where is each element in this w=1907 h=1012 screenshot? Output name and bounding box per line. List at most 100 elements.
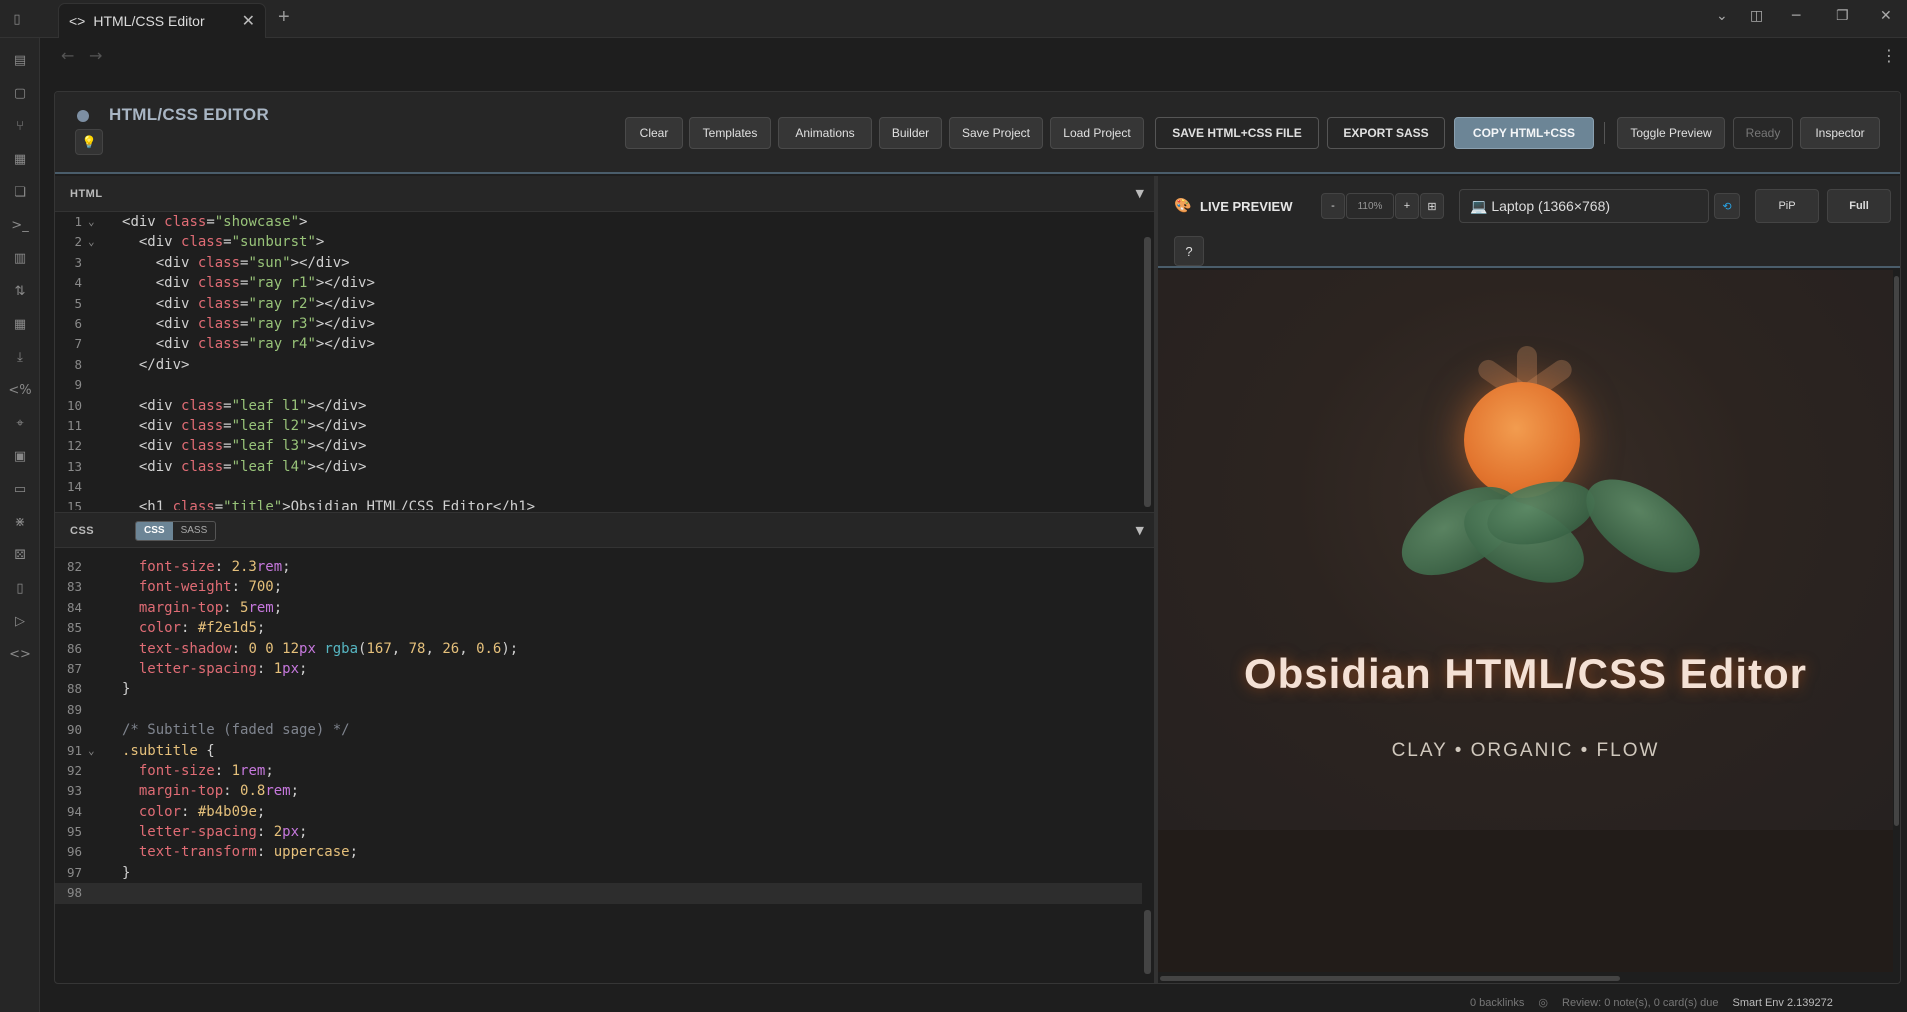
save-file-button[interactable]: SAVE HTML+CSS FILE bbox=[1155, 117, 1319, 149]
collapse-caret-icon[interactable]: ▼ bbox=[1136, 187, 1144, 200]
code-line[interactable]: 87 letter-spacing: 1px; bbox=[55, 659, 1142, 679]
copy-html-css-button[interactable]: COPY HTML+CSS bbox=[1454, 117, 1594, 149]
code-line[interactable]: 85 color: #f2e1d5; bbox=[55, 618, 1142, 638]
code-line[interactable]: 11 <div class="leaf l2"></div> bbox=[55, 416, 1142, 436]
map-pin-icon[interactable]: ⌖ bbox=[8, 411, 32, 435]
code-line[interactable]: 13 <div class="leaf l4"></div> bbox=[55, 457, 1142, 477]
graph-icon[interactable]: ⑂ bbox=[8, 114, 32, 138]
code-line[interactable]: 6 <div class="ray r3"></div> bbox=[55, 314, 1142, 334]
close-window-icon[interactable]: ✕ bbox=[1880, 8, 1892, 24]
export-sass-button[interactable]: EXPORT SASS bbox=[1327, 117, 1445, 149]
code-line[interactable]: 15 <h1 class="title">Obsidian HTML/CSS E… bbox=[55, 497, 1142, 510]
code-line[interactable]: 7 <div class="ray r4"></div> bbox=[55, 334, 1142, 354]
network-icon[interactable]: ⋇ bbox=[8, 510, 32, 534]
html-scrollbar[interactable] bbox=[1144, 237, 1151, 507]
code-line[interactable]: 10 <div class="leaf l1"></div> bbox=[55, 396, 1142, 416]
css-scrollbar[interactable] bbox=[1144, 910, 1151, 974]
grid-icon[interactable]: ▦ bbox=[8, 147, 32, 171]
rotate-icon[interactable]: ⟲ bbox=[1714, 193, 1740, 219]
code-line[interactable]: 94 color: #b4b09e; bbox=[55, 802, 1142, 822]
css-sass-toggle[interactable]: CSS SASS bbox=[135, 521, 217, 541]
backlinks-count[interactable]: 0 backlinks bbox=[1470, 997, 1524, 1009]
maximize-icon[interactable]: ❐ bbox=[1836, 8, 1849, 24]
builder-button[interactable]: Builder bbox=[879, 117, 942, 149]
code-line[interactable]: 2 ⌄ <div class="sunburst"> bbox=[55, 232, 1142, 252]
lightbulb-icon[interactable]: 💡 bbox=[75, 129, 103, 155]
chevron-down-icon[interactable]: ⌄ bbox=[1716, 8, 1728, 24]
close-tab-icon[interactable]: ✕ bbox=[242, 11, 255, 31]
code-line[interactable]: 91 ⌄ .subtitle { bbox=[55, 741, 1142, 761]
inspector-button[interactable]: Inspector bbox=[1800, 117, 1880, 149]
fullscreen-button[interactable]: Full bbox=[1827, 189, 1891, 223]
code-line[interactable]: 82 font-size: 2.3rem; bbox=[55, 557, 1142, 577]
chat-icon[interactable]: ▭ bbox=[8, 477, 32, 501]
save-project-button[interactable]: Save Project bbox=[949, 117, 1043, 149]
review-status[interactable]: Review: 0 note(s), 0 card(s) due bbox=[1562, 997, 1719, 1009]
copy-icon[interactable]: ❏ bbox=[8, 180, 32, 204]
code-line[interactable]: 90 /* Subtitle (faded sage) */ bbox=[55, 720, 1142, 740]
code-line[interactable]: 98 bbox=[55, 883, 1142, 904]
html-panel-header[interactable]: HTML ▼ bbox=[55, 176, 1154, 212]
file-icon[interactable]: ▢ bbox=[8, 81, 32, 105]
code-line[interactable]: 93 margin-top: 0.8rem; bbox=[55, 781, 1142, 801]
fit-button[interactable]: ⊞ bbox=[1420, 193, 1444, 219]
sass-mode-tab[interactable]: SASS bbox=[173, 522, 216, 540]
code-line[interactable]: 92 font-size: 1rem; bbox=[55, 761, 1142, 781]
download-icon[interactable]: ⤓ bbox=[8, 345, 32, 369]
document-icon[interactable]: ▯ bbox=[8, 576, 32, 600]
code-line[interactable]: 89 bbox=[55, 700, 1142, 720]
fold-chevron-icon[interactable]: ⌄ bbox=[88, 212, 95, 232]
css-panel-header[interactable]: CSS CSS SASS ▼ bbox=[55, 512, 1154, 548]
animations-button[interactable]: Animations bbox=[778, 117, 872, 149]
code-line[interactable]: 97} bbox=[55, 863, 1142, 883]
code-ribbon-icon[interactable]: <> bbox=[8, 642, 32, 666]
html-code-editor[interactable]: 1 ⌄ <div class="showcase"> 2 ⌄ <div class="s… bbox=[55, 212, 1142, 510]
zoom-in-button[interactable]: + bbox=[1395, 193, 1419, 219]
code-line[interactable]: 88} bbox=[55, 679, 1142, 699]
code-line[interactable]: 1 ⌄ <div class="showcase"> bbox=[55, 212, 1142, 232]
code-line[interactable]: 5 <div class="ray r2"></div> bbox=[55, 294, 1142, 314]
pip-button[interactable]: PiP bbox=[1755, 189, 1819, 223]
forward-arrow-icon[interactable]: → bbox=[89, 46, 102, 65]
back-arrow-icon[interactable]: ← bbox=[61, 46, 74, 65]
more-options-icon[interactable]: ⋮ bbox=[1881, 46, 1897, 65]
play-icon[interactable]: ▷ bbox=[8, 609, 32, 633]
new-tab-button[interactable]: + bbox=[278, 6, 290, 29]
preview-hscrollbar[interactable] bbox=[1160, 976, 1620, 981]
sort-icon[interactable]: ⇅ bbox=[8, 279, 32, 303]
fold-chevron-icon[interactable]: ⌄ bbox=[88, 741, 95, 761]
minimize-icon[interactable]: ─ bbox=[1792, 8, 1800, 24]
css-mode-tab[interactable]: CSS bbox=[136, 522, 173, 540]
code-line[interactable]: 3 <div class="sun"></div> bbox=[55, 253, 1142, 273]
dashboard-icon[interactable]: ▤ bbox=[8, 48, 32, 72]
code-line[interactable]: 4 <div class="ray r1"></div> bbox=[55, 273, 1142, 293]
templates-button[interactable]: Templates bbox=[689, 117, 771, 149]
collapse-caret-icon[interactable]: ▼ bbox=[1136, 524, 1144, 537]
code-line[interactable]: 14 bbox=[55, 477, 1142, 497]
smart-env-status[interactable]: Smart Env 2.139272 bbox=[1733, 997, 1833, 1009]
code-line[interactable]: 86 text-shadow: 0 0 12px rgba(167, 78, 2… bbox=[55, 639, 1142, 659]
css-code-editor[interactable]: 82 font-size: 2.3rem; 83 font-weight: 700… bbox=[55, 555, 1142, 975]
code-line[interactable]: 9 bbox=[55, 375, 1142, 395]
code-line[interactable]: 84 margin-top: 5rem; bbox=[55, 598, 1142, 618]
table-icon[interactable]: ▦ bbox=[8, 312, 32, 336]
cards-icon[interactable]: ▣ bbox=[8, 444, 32, 468]
code-line[interactable]: 8 </div> bbox=[55, 355, 1142, 375]
terminal-icon[interactable]: >_ bbox=[8, 213, 32, 237]
percent-icon[interactable]: <% bbox=[8, 378, 32, 402]
code-line[interactable]: 12 <div class="leaf l3"></div> bbox=[55, 436, 1142, 456]
tab-html-css-editor[interactable]: <> HTML/CSS Editor ✕ bbox=[58, 3, 266, 38]
fold-chevron-icon[interactable]: ⌄ bbox=[88, 232, 95, 252]
load-project-button[interactable]: Load Project bbox=[1050, 117, 1144, 149]
right-sidebar-toggle-icon[interactable]: ◫ bbox=[1750, 8, 1763, 24]
dice-icon[interactable]: ⚄ bbox=[8, 543, 32, 567]
layout-icon[interactable]: ▥ bbox=[8, 246, 32, 270]
sidebar-toggle-icon[interactable]: ▯ bbox=[5, 7, 29, 31]
code-line[interactable]: 83 font-weight: 700; bbox=[55, 577, 1142, 597]
clear-button[interactable]: Clear bbox=[625, 117, 683, 149]
toggle-preview-button[interactable]: Toggle Preview bbox=[1617, 117, 1725, 149]
code-line[interactable]: 96 text-transform: uppercase; bbox=[55, 842, 1142, 862]
device-select[interactable]: 💻 Laptop (1366×768) bbox=[1459, 189, 1709, 223]
help-button[interactable]: ? bbox=[1174, 236, 1204, 266]
code-line[interactable]: 95 letter-spacing: 2px; bbox=[55, 822, 1142, 842]
